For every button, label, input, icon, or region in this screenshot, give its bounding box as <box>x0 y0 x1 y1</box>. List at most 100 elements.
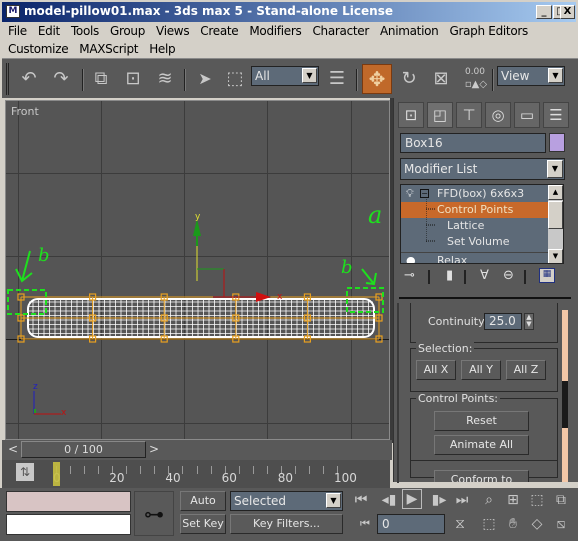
lightbulb-icon[interactable]: ● <box>406 253 416 263</box>
continuity-spinner[interactable]: ▲ ▼ <box>524 313 534 330</box>
continuity-input[interactable]: 25.0 <box>484 313 522 330</box>
make-unique-icon[interactable]: ∀ <box>480 268 489 283</box>
stack-item-lattice[interactable]: Lattice <box>401 218 551 234</box>
app-icon[interactable]: M <box>6 5 20 18</box>
select-icon[interactable]: ➤ <box>192 67 218 93</box>
time-slider[interactable]: 0 / 100 <box>21 441 146 458</box>
stack-item-ffd[interactable]: 💡︎ − FFD(box) 6x6x3 <box>401 186 551 202</box>
create-icon[interactable]: ⊡ <box>398 102 424 128</box>
reference-coord-dropdown[interactable]: View ▼ <box>497 66 565 86</box>
object-color-swatch[interactable] <box>549 133 565 152</box>
move-icon[interactable]: ✥ <box>362 64 392 94</box>
menu-group[interactable]: Group <box>104 22 150 38</box>
link-icon[interactable]: ⧉ <box>88 67 114 93</box>
toolbar-grip[interactable] <box>6 63 9 95</box>
auto-key-button[interactable]: Auto Key <box>180 491 226 525</box>
menu-views[interactable]: Views <box>150 22 194 38</box>
animate-all-button[interactable]: Animate All <box>434 435 529 455</box>
region-zoom-icon[interactable]: ⬚ <box>478 513 500 535</box>
stack-scrollbar[interactable]: ▲ ▼ <box>548 185 563 263</box>
menu-edit[interactable]: Edit <box>32 22 65 38</box>
next-frame-icon[interactable]: > <box>147 441 161 458</box>
menu-help[interactable]: Help <box>143 40 180 56</box>
menu-customize[interactable]: Customize <box>2 40 73 56</box>
menu-maxscript[interactable]: MAXScript <box>73 40 143 56</box>
utilities-icon[interactable]: ☰ <box>543 102 569 128</box>
rollout-scroll-thumb[interactable] <box>562 381 568 428</box>
go-to-end-icon[interactable]: ⏭ <box>451 489 473 511</box>
remove-modifier-icon[interactable]: ⊖ <box>503 268 514 283</box>
rotate-icon[interactable]: ↻ <box>396 67 422 93</box>
key-icon[interactable]: ⊶ <box>134 491 174 536</box>
show-end-result-icon[interactable]: ▮ <box>446 268 453 283</box>
time-config-icon[interactable]: ⧖ <box>449 513 471 535</box>
select-by-name-icon[interactable]: ☰ <box>324 67 350 93</box>
hierarchy-icon[interactable]: ⊤ <box>456 102 482 128</box>
maxscript-listener-input[interactable] <box>6 514 131 535</box>
timeline-tick-label: 80 <box>277 471 294 485</box>
minimize-button[interactable]: _ <box>536 5 552 19</box>
modify-icon[interactable]: ◰ <box>427 102 453 128</box>
pin-stack-icon[interactable]: ⊸ <box>404 268 415 283</box>
menu-character[interactable]: Character <box>306 22 374 38</box>
zoom-extents-icon[interactable]: ⬚ <box>526 489 548 511</box>
zoom-icon[interactable]: ⌕ <box>478 489 500 511</box>
undo-icon[interactable]: ↶ <box>16 67 42 93</box>
previous-frame-icon[interactable]: ◂▮ <box>378 489 400 511</box>
set-key-button[interactable]: Set Key <box>180 514 226 534</box>
display-icon[interactable]: ▭ <box>514 102 540 128</box>
track-bar[interactable]: ⇅ 020406080100 <box>2 460 390 488</box>
object-name-field[interactable]: Box16 <box>400 133 546 153</box>
maximize-viewport-icon[interactable]: ⧅ <box>550 513 572 535</box>
modifier-list-dropdown[interactable]: Modifier List ▼ <box>400 158 565 180</box>
close-button[interactable]: X <box>560 5 575 19</box>
play-icon[interactable]: ▶ <box>402 489 422 509</box>
stack-item-control-points[interactable]: Control Points <box>401 202 551 218</box>
go-to-start-icon[interactable]: ⏮ <box>350 489 372 511</box>
conform-to-shape-button[interactable]: Conform to Shape <box>434 470 529 482</box>
unlink-icon[interactable]: ⊡ <box>120 67 146 93</box>
chevron-down-icon[interactable]: ▼ <box>302 68 317 83</box>
menu-file[interactable]: File <box>2 22 32 38</box>
redo-icon[interactable]: ↷ <box>48 67 74 93</box>
current-frame-marker[interactable] <box>53 462 60 486</box>
key-filters-button[interactable]: Key Filters... <box>230 514 343 534</box>
menu-graph-editors[interactable]: Graph Editors <box>443 22 533 38</box>
lightbulb-icon[interactable]: 💡︎ <box>406 186 414 202</box>
curve-editor-toggle-icon[interactable]: ⇅ <box>16 463 34 481</box>
menu-tools[interactable]: Tools <box>65 22 104 38</box>
menu-modifiers[interactable]: Modifiers <box>243 22 306 38</box>
scroll-down-icon[interactable]: ▼ <box>548 249 563 263</box>
all-x-button[interactable]: All X <box>416 360 456 380</box>
region-select-icon[interactable]: ⬚ <box>222 67 248 93</box>
configure-modifier-sets-icon[interactable]: ▦ <box>539 268 555 283</box>
zoom-extents-all-icon[interactable]: ⧉ <box>550 489 572 511</box>
stack-item-relax[interactable]: ● Relax <box>401 252 551 263</box>
reset-button[interactable]: Reset <box>434 411 529 431</box>
scale-icon[interactable]: ⊠ <box>428 67 454 93</box>
viewport-front[interactable]: Front y x z x b b a <box>5 100 390 440</box>
current-frame-input[interactable]: 0 <box>377 514 445 534</box>
scroll-thumb[interactable] <box>548 201 563 229</box>
previous-frame-icon[interactable]: < <box>6 441 20 458</box>
menu-create[interactable]: Create <box>194 22 243 38</box>
divider <box>410 460 558 461</box>
pan-icon[interactable]: ✋︎ <box>502 513 524 535</box>
spinner-snap-icon[interactable]: ▫▲◇ <box>464 79 488 90</box>
key-mode-toggle-icon[interactable]: ⏮ <box>354 513 376 535</box>
all-z-button[interactable]: All Z <box>506 360 546 380</box>
chevron-down-icon[interactable]: ▼ <box>547 160 563 178</box>
bind-space-warp-icon[interactable]: ≋ <box>152 67 178 93</box>
motion-icon[interactable]: ◎ <box>485 102 511 128</box>
arc-rotate-icon[interactable]: ◇ <box>526 513 548 535</box>
zoom-all-icon[interactable]: ⊞ <box>502 489 524 511</box>
menu-animation[interactable]: Animation <box>374 22 443 38</box>
all-y-button[interactable]: All Y <box>461 360 501 380</box>
next-frame-icon[interactable]: ▮▸ <box>428 489 450 511</box>
selection-filter-dropdown[interactable]: All ▼ <box>251 66 319 86</box>
key-mode-dropdown[interactable]: Selected ▼ <box>230 491 343 511</box>
chevron-down-icon[interactable]: ▼ <box>548 68 563 83</box>
chevron-down-icon[interactable]: ▼ <box>326 493 341 508</box>
stack-item-set-volume[interactable]: Set Volume <box>401 234 551 250</box>
scroll-up-icon[interactable]: ▲ <box>548 185 563 200</box>
